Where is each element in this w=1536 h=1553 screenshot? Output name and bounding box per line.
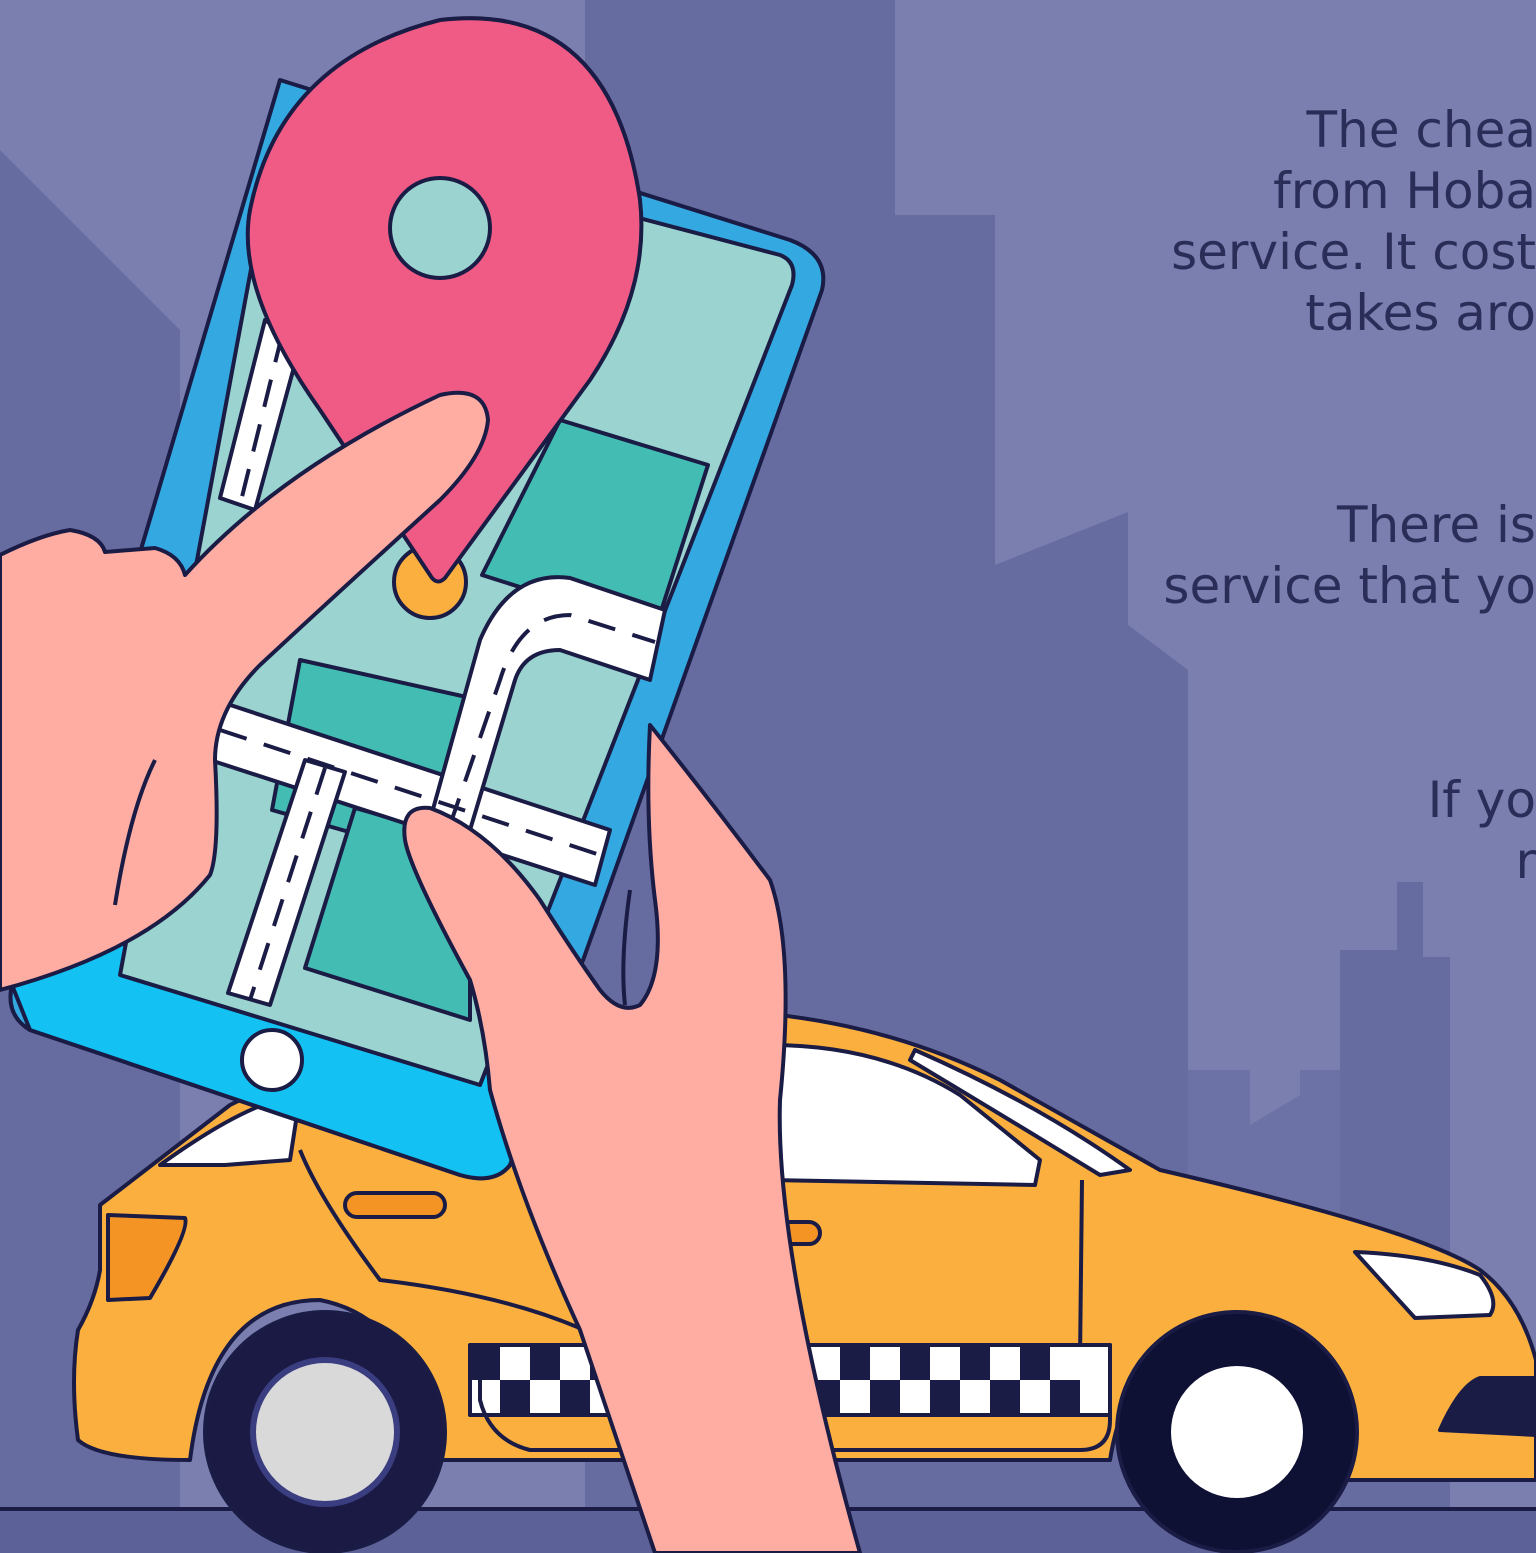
taxi-door-handle-front — [343, 1191, 447, 1219]
phone-home-button — [240, 1028, 304, 1092]
paragraph-line: service that yo — [1163, 557, 1536, 615]
taxi-wheel-front — [1115, 1310, 1359, 1553]
paragraph-line: The chea — [1306, 101, 1536, 159]
info-paragraph-2: There is service that yo — [1160, 495, 1536, 617]
info-paragraph-1: The chea from Hoba service. It cost take… — [1160, 100, 1536, 344]
info-paragraph-3: If yo r — [1160, 770, 1536, 892]
paragraph-line: r — [1515, 832, 1536, 890]
taxi-wheel-rear — [203, 1310, 447, 1553]
paragraph-line: from Hoba — [1273, 162, 1536, 220]
paragraph-line: If yo — [1427, 771, 1536, 829]
paragraph-line: service. It cost — [1171, 223, 1536, 281]
paragraph-line: takes aro — [1305, 284, 1536, 342]
pin-center-dot — [388, 176, 492, 280]
paragraph-line: There is — [1336, 496, 1536, 554]
